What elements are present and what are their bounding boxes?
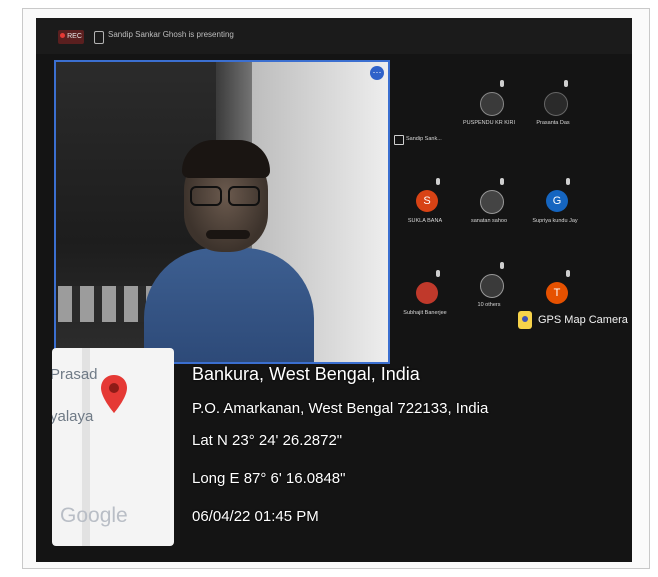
location-datetime: 06/04/22 01:45 PM: [192, 508, 319, 525]
gps-camera-text: GPS Map Camera: [538, 314, 628, 326]
main-speaker-video[interactable]: ⋯: [54, 60, 390, 364]
participant-name: PUSPENDU KR KIRI: [463, 120, 515, 126]
microphone-icon: [566, 178, 570, 185]
participant-name: Sandip Sank...: [406, 136, 442, 142]
speaker-glasses: [190, 186, 260, 206]
gps-camera-icon: [518, 311, 532, 329]
participant-name: Prasanta Das: [536, 120, 570, 126]
participant-avatar: [480, 190, 504, 214]
presenting-status: Sandip Sankar Ghosh is presenting: [108, 30, 234, 39]
participant-avatar: T: [546, 282, 568, 304]
participant-avatar: S: [416, 190, 438, 212]
participant-tile[interactable]: Sandip Sank...: [392, 114, 462, 170]
microphone-icon: [564, 80, 568, 87]
more-options-icon[interactable]: ⋯: [370, 66, 384, 80]
recording-badge: REC: [58, 30, 84, 44]
meeting-top-bar: REC Sandip Sankar Ghosh is presenting: [36, 18, 632, 54]
participant-name: Supriya kundu Jay: [532, 218, 578, 224]
participant-tile[interactable]: Prasanta Das: [518, 78, 588, 134]
location-latitude: Lat N 23° 24' 26.2872": [192, 432, 343, 449]
microphone-icon: [500, 80, 504, 87]
map-place-label: yalaya: [52, 408, 94, 425]
speaker-mustache: [206, 230, 250, 239]
participant-tile[interactable]: S SUKLA BANA: [390, 176, 460, 232]
participant-tile[interactable]: G Supriya kundu Jay: [520, 176, 590, 232]
map-pin-icon: [101, 375, 127, 413]
participant-name: 10 others: [477, 302, 501, 308]
participant-name: SUKLA BANA: [407, 218, 443, 224]
participant-avatar: [480, 274, 504, 298]
participant-tile[interactable]: Subhajit Banerjee: [390, 268, 460, 324]
participant-name: Subhajit Banerjee: [403, 310, 447, 316]
screen-share-icon: [94, 31, 104, 44]
google-logo: Google: [60, 504, 128, 527]
participant-name: sanatan sahoo: [470, 218, 508, 224]
speaker-hair: [182, 140, 270, 178]
microphone-icon: [500, 178, 504, 185]
microphone-icon: [566, 270, 570, 277]
microphone-icon: [436, 178, 440, 185]
participant-avatar: [480, 92, 504, 116]
participant-avatar: [416, 282, 438, 304]
participant-tile[interactable]: PUSPENDU KR KIRI: [454, 78, 524, 134]
microphone-icon: [500, 262, 504, 269]
participant-avatar: G: [546, 190, 568, 212]
map-thumbnail: Prasad yalaya Google: [52, 348, 174, 546]
microphone-icon: [436, 270, 440, 277]
speaker-body: [144, 248, 314, 362]
location-longitude: Long E 87° 6' 16.0848": [192, 470, 346, 487]
location-address: P.O. Amarkanan, West Bengal 722133, Indi…: [192, 400, 489, 417]
screen-share-icon: [394, 135, 404, 145]
map-place-label: Prasad: [52, 366, 98, 383]
participant-tile[interactable]: sanatan sahoo: [454, 176, 524, 232]
location-city: Bankura, West Bengal, India: [192, 364, 420, 384]
participant-tile[interactable]: 10 others: [454, 260, 524, 316]
participant-avatar: [544, 92, 568, 116]
